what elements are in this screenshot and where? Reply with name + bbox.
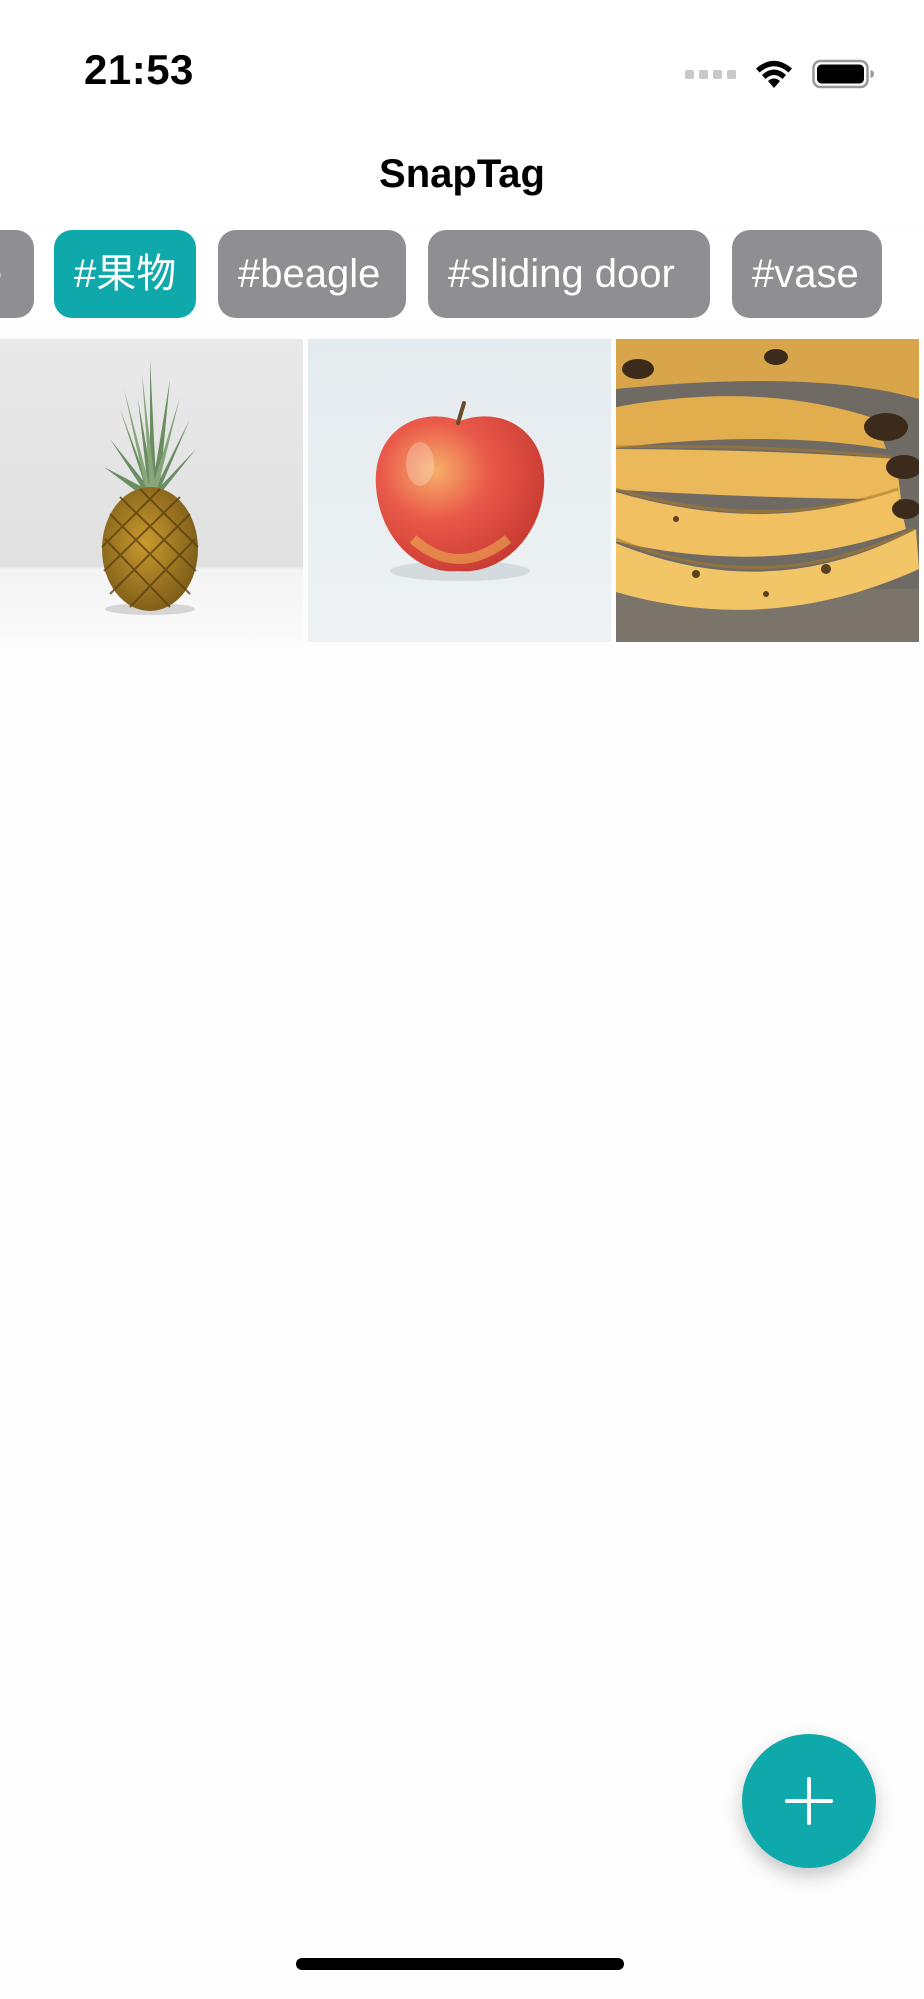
tag-chip[interactable]: #beagle [218,230,406,318]
signal-icon [685,69,736,79]
plus-icon [785,1777,833,1825]
tag-chip[interactable]: #sliding door [428,230,710,318]
battery-icon [812,59,874,89]
wifi-icon [756,60,792,88]
tag-chip[interactable]: #vase [732,230,882,318]
status-bar: 21:53 [0,0,924,130]
status-icons [685,54,876,94]
home-indicator[interactable] [296,1958,624,1970]
tag-strip[interactable]: e #果物 #beagle #sliding door #vase [0,230,924,320]
screen: 21:53 SnapTag e #果物 [0,0,924,1999]
tag-chip-selected[interactable]: #果物 [54,230,196,318]
tag-label: #beagle [238,252,381,296]
tag-label: #vase [752,252,859,296]
tag-label: #果物 [74,252,177,296]
tag-chip[interactable]: e [0,230,34,318]
page-title: SnapTag [379,152,545,196]
status-time: 21:53 [84,46,194,93]
photo-pineapple[interactable] [0,339,303,642]
tag-label: #sliding door [448,252,675,296]
photo-apple[interactable] [308,339,611,642]
photo-bananas[interactable] [616,339,919,642]
tag-label: e [0,252,2,296]
nav-bar: SnapTag [0,130,924,226]
add-button[interactable] [742,1734,876,1868]
photo-grid [0,339,924,642]
